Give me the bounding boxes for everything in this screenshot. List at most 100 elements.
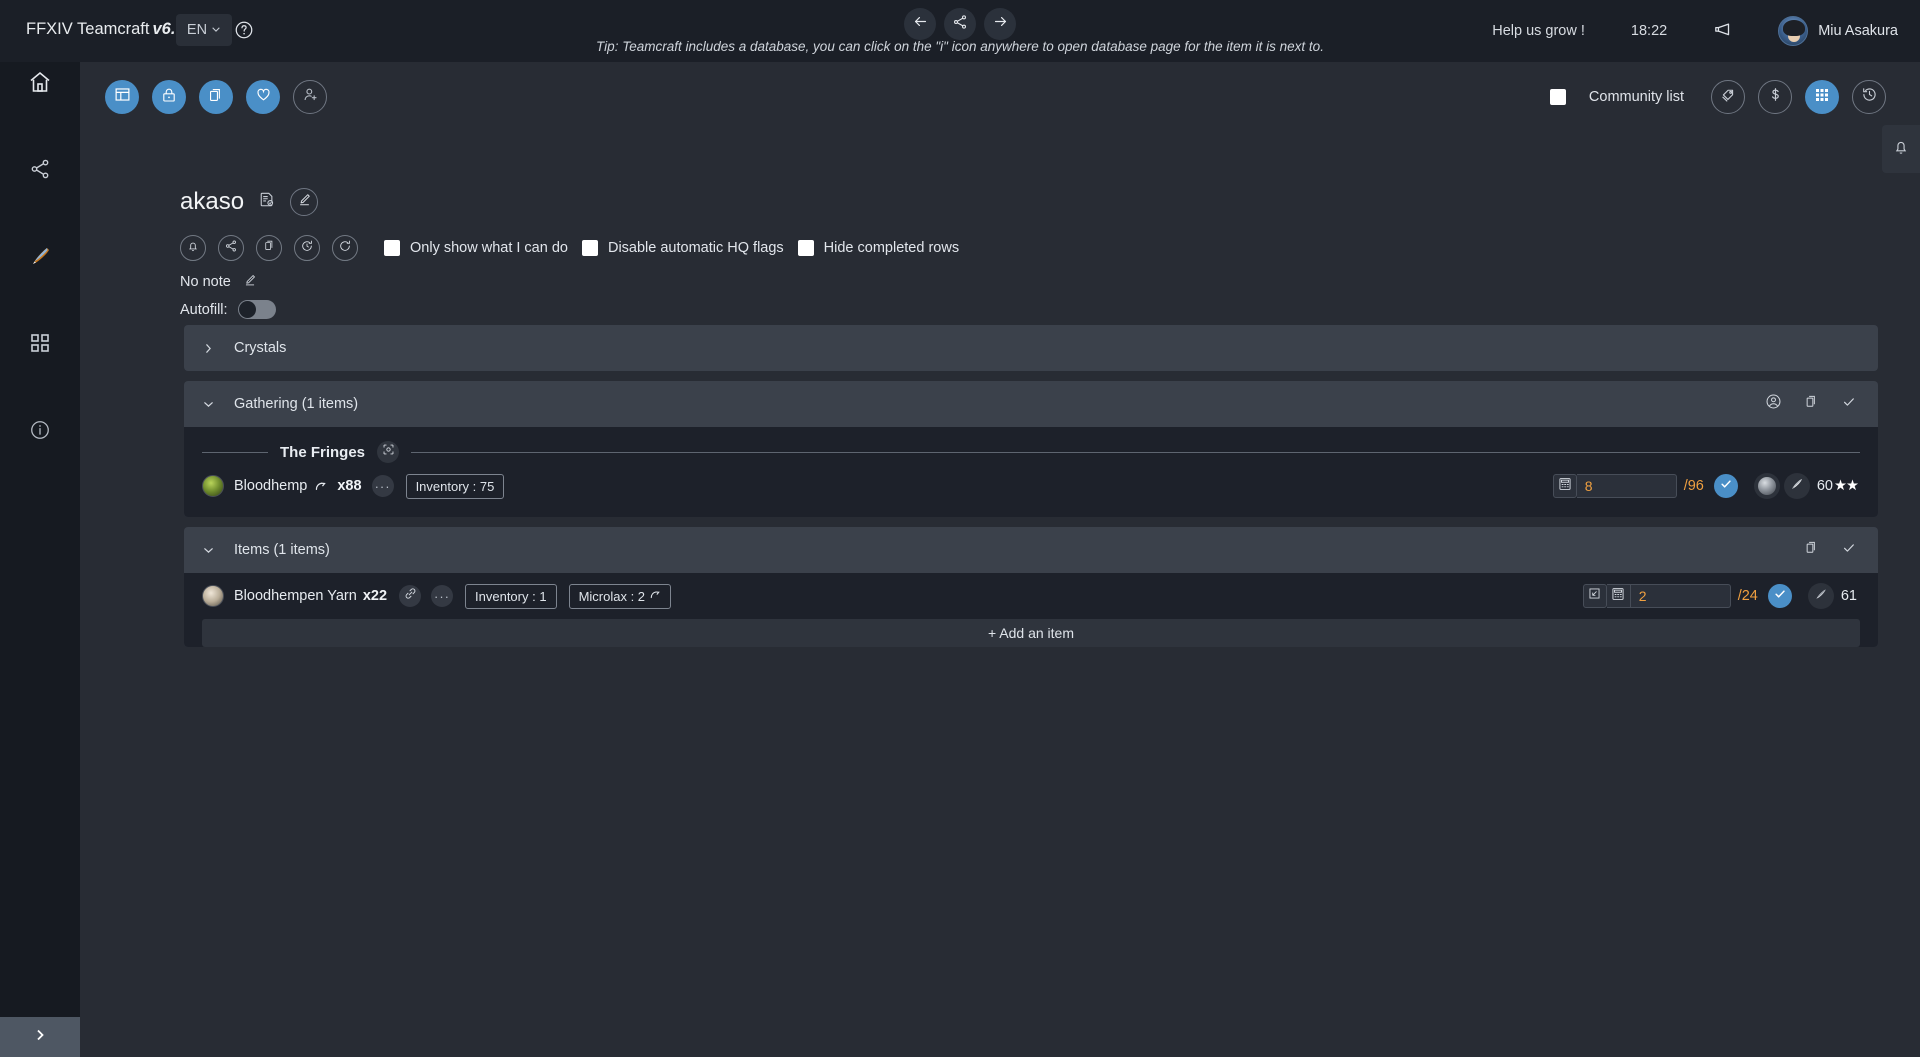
item-name[interactable]: Bloodhempen Yarn [234, 588, 357, 604]
help-button[interactable] [234, 20, 254, 40]
mark-section-done-button[interactable] [1836, 537, 1862, 563]
autofill-toggle-knob [238, 301, 256, 318]
check-icon [1841, 540, 1857, 561]
sidebar-item-home[interactable] [0, 62, 80, 106]
add-item-button[interactable]: + Add an item [202, 619, 1860, 647]
edit-list-button[interactable] [290, 188, 319, 216]
list-note-button[interactable] [256, 191, 278, 213]
copy-section-button[interactable] [1798, 391, 1824, 417]
amount-input[interactable] [1630, 584, 1731, 608]
chevron-down-icon [211, 22, 221, 38]
link-icon [404, 587, 417, 605]
lock-button[interactable] [152, 80, 186, 114]
autofill-row: Autofill: [180, 300, 276, 319]
amount-input[interactable] [1576, 474, 1677, 498]
zone-name: The Fringes [280, 443, 366, 461]
back-arrow-icon [912, 13, 929, 35]
language-selector[interactable]: EN [176, 14, 232, 46]
tip-text: Tip: Teamcraft includes a database, you … [596, 39, 1324, 54]
retainer-tag[interactable]: Microlax : 2 [568, 583, 672, 609]
inventory-tag[interactable]: Inventory : 1 [465, 583, 557, 609]
check-icon [1841, 394, 1857, 415]
list-toolbar-right: Community list [1549, 80, 1886, 114]
item-menu-button[interactable]: ··· [371, 475, 394, 497]
sidebar-item-lists[interactable] [0, 323, 80, 367]
assign-to-user-button[interactable] [1760, 391, 1786, 417]
history-button[interactable] [1852, 80, 1886, 114]
announcement-button[interactable] [1711, 18, 1732, 44]
home-icon [28, 70, 52, 99]
add-collaborator-button[interactable] [293, 80, 327, 114]
expand-tree-button[interactable] [1582, 584, 1607, 608]
edit-note-button[interactable] [240, 272, 260, 292]
layout-panel-button[interactable] [105, 80, 139, 114]
share-list-button[interactable] [218, 235, 244, 261]
map-orb-button[interactable] [1753, 473, 1780, 499]
grid-dots-icon [1814, 87, 1830, 108]
bell-icon [1892, 138, 1910, 161]
hide-completed-checkbox[interactable] [797, 240, 814, 256]
panel-items-actions [1798, 537, 1862, 563]
job-level-stars: ★★ [1834, 478, 1859, 494]
botanist-sickle-icon [1789, 476, 1805, 497]
job-button[interactable] [1807, 583, 1834, 609]
panel-gathering-header[interactable]: Gathering (1 items) [184, 381, 1878, 427]
calculator-button[interactable] [1606, 584, 1631, 608]
job-button[interactable] [1783, 473, 1810, 499]
reset-progression-button[interactable] [294, 235, 320, 261]
mark-row-done-button[interactable] [1713, 474, 1738, 498]
notification-dock-button[interactable] [1882, 125, 1920, 173]
disable-hq-checkbox[interactable] [581, 240, 598, 256]
only-show-what-i-can-do[interactable]: Only show what I can do [384, 240, 568, 256]
gathering-icon [314, 480, 327, 493]
panel-crystals-header[interactable]: Crystals [184, 325, 1878, 371]
disable-automatic-hq-flags[interactable]: Disable automatic HQ flags [581, 240, 784, 256]
copy-icon [1804, 540, 1819, 560]
top-bar: FFXIV Teamcraftv6.0.0 EN [0, 0, 1920, 62]
nav-forward-button[interactable] [984, 8, 1016, 40]
mark-section-done-button[interactable] [1836, 391, 1862, 417]
copy-section-button[interactable] [1798, 537, 1824, 563]
help-us-grow-link[interactable]: Help us grow ! [1492, 23, 1585, 39]
community-list-checkbox[interactable] [1549, 89, 1566, 105]
item-name[interactable]: Bloodhemp [234, 478, 307, 494]
inventory-tag[interactable]: Inventory : 75 [405, 473, 505, 499]
favorite-button[interactable] [246, 80, 280, 114]
item-quantity: x88 [337, 478, 362, 494]
price-button[interactable] [1758, 80, 1792, 114]
arrow-corner-icon [1588, 587, 1601, 605]
avatar [1778, 16, 1809, 46]
sidebar-item-crafting[interactable] [0, 236, 80, 280]
nav-share-button[interactable] [944, 8, 976, 40]
tags-button[interactable] [1711, 80, 1745, 114]
user-menu[interactable]: Miu Asakura [1778, 16, 1898, 46]
zone-map-button[interactable] [377, 441, 400, 463]
copy-list-button[interactable] [256, 235, 282, 261]
item-menu-button[interactable]: ··· [431, 585, 454, 607]
megaphone-icon [1711, 18, 1732, 44]
forward-arrow-icon [992, 13, 1009, 35]
autofill-toggle[interactable] [237, 300, 276, 319]
clock: 18:22 [1630, 23, 1668, 39]
nav-back-button[interactable] [904, 8, 936, 40]
clone-button[interactable] [199, 80, 233, 114]
sidebar-expand-button[interactable] [0, 1017, 80, 1057]
alarms-button[interactable] [180, 235, 206, 261]
item-link-button[interactable] [399, 585, 422, 607]
chevron-right-icon [202, 342, 216, 355]
bell-icon [186, 239, 200, 258]
history-clock-icon [1861, 86, 1878, 108]
hide-completed-rows[interactable]: Hide completed rows [797, 240, 959, 256]
grid-view-button[interactable] [1805, 80, 1839, 114]
sidebar-item-share[interactable] [0, 149, 80, 193]
sidebar-item-about[interactable] [0, 410, 80, 454]
app-brand-name: FFXIV Teamcraft [26, 20, 150, 38]
panel-items-header[interactable]: Items (1 items) [184, 527, 1878, 573]
calculator-button[interactable] [1552, 474, 1577, 498]
question-circle-icon [234, 21, 254, 44]
panel-gathering-bottom-spacer [184, 509, 1878, 517]
mark-row-done-button[interactable] [1767, 584, 1792, 608]
regenerate-button[interactable] [332, 235, 358, 261]
only-show-checkbox[interactable] [384, 240, 400, 256]
left-sidebar [0, 0, 80, 1057]
